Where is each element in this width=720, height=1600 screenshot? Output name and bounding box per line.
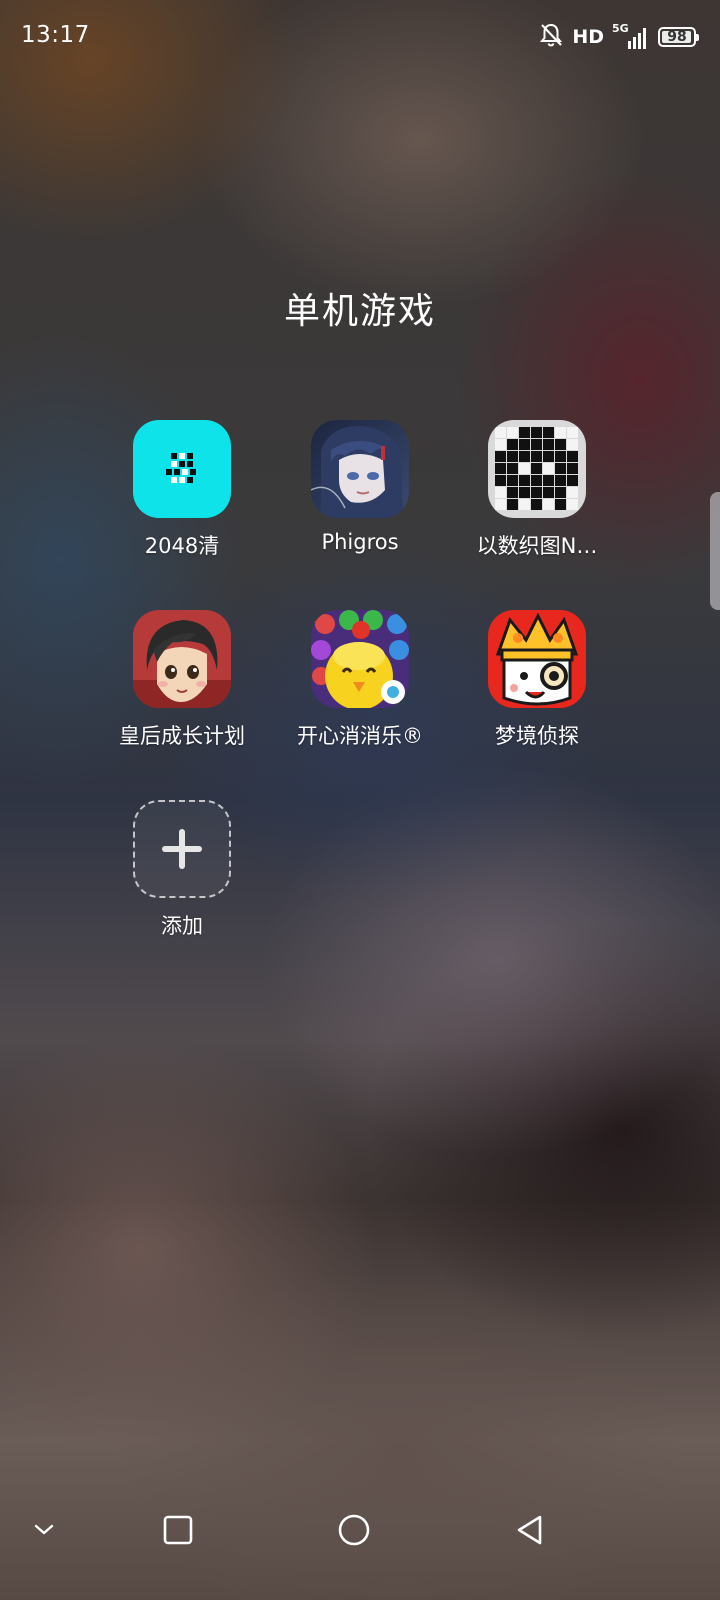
app-label: 添加 xyxy=(161,914,203,938)
signal-type-label: 5G xyxy=(612,22,629,35)
app-label: 开心消消乐® xyxy=(297,724,423,748)
battery-level: 98 xyxy=(667,29,687,45)
app-dream-detective[interactable]: 梦境侦探 xyxy=(452,610,622,750)
app-2048[interactable]: 2048清 xyxy=(97,420,267,560)
app-phigros[interactable]: Phigros xyxy=(275,420,445,554)
folder-title[interactable]: 单机游戏 xyxy=(0,282,720,334)
status-time: 13:17 xyxy=(21,22,90,48)
app-label: Phigros xyxy=(321,530,399,554)
app-nonogram-icon[interactable] xyxy=(488,420,586,518)
bell-off-icon xyxy=(538,22,564,52)
battery-icon: 98 xyxy=(658,27,699,47)
hd-label: HD xyxy=(572,26,604,48)
app-2048-icon[interactable] xyxy=(133,420,231,518)
app-dream-detective-icon[interactable] xyxy=(488,610,586,708)
recents-icon[interactable] xyxy=(148,1500,208,1560)
app-happy-match-icon[interactable] xyxy=(311,610,409,708)
app-nonogram[interactable]: 以数织图N… xyxy=(452,420,622,560)
app-label: 以数织图N… xyxy=(476,534,598,558)
app-queen[interactable]: 皇后成长计划 xyxy=(97,610,267,750)
back-icon[interactable] xyxy=(500,1500,560,1560)
app-label: 2048清 xyxy=(144,534,220,558)
status-icons: HD 5G 98 xyxy=(538,22,699,52)
app-phigros-icon[interactable] xyxy=(311,420,409,518)
signal-icon: 5G xyxy=(612,22,646,49)
status-bar: 13:17 HD 5G 98 xyxy=(0,0,720,76)
chevron-down-icon[interactable] xyxy=(14,1500,74,1560)
app-label: 梦境侦探 xyxy=(495,724,579,748)
app-happy-match[interactable]: 开心消消乐® xyxy=(275,610,445,750)
app-queen-icon[interactable] xyxy=(133,610,231,708)
home-icon[interactable] xyxy=(324,1500,384,1560)
app-label: 皇后成长计划 xyxy=(119,724,245,748)
add-icon[interactable] xyxy=(133,800,231,898)
side-panel-handle[interactable] xyxy=(710,492,720,610)
navigation-bar xyxy=(0,1500,720,1600)
add-app-button[interactable]: 添加 xyxy=(97,800,267,940)
